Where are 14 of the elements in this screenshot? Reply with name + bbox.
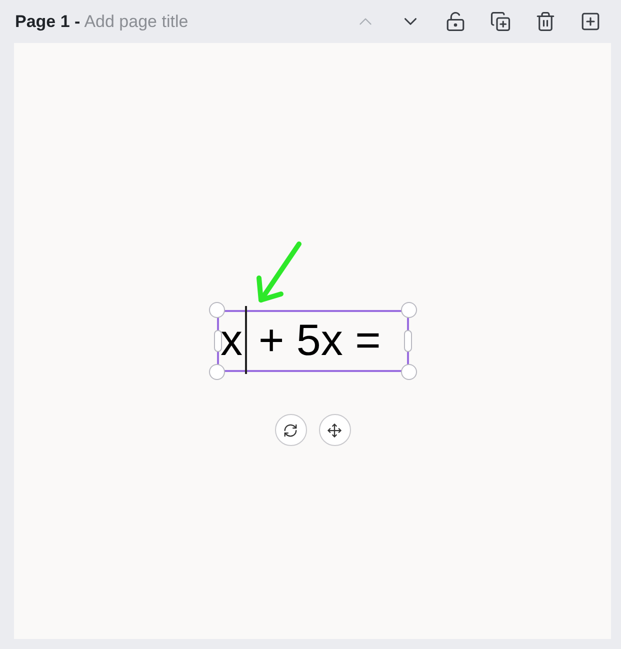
side-handle[interactable] xyxy=(404,330,412,352)
resize-handle[interactable] xyxy=(208,302,224,318)
side-handle[interactable] xyxy=(214,330,222,352)
equation-text: + 5x = xyxy=(258,319,381,363)
resize-handle[interactable] xyxy=(208,364,224,380)
equation-text: x xyxy=(220,319,242,363)
move-button[interactable] xyxy=(318,414,350,446)
text-cursor xyxy=(244,306,246,374)
rotate-button[interactable] xyxy=(274,414,306,446)
resize-handle[interactable] xyxy=(400,364,416,380)
move-icon xyxy=(327,422,342,438)
page-label: Page 1 - xyxy=(15,10,80,33)
resize-handle[interactable] xyxy=(400,302,416,318)
rotate-icon xyxy=(283,422,298,438)
